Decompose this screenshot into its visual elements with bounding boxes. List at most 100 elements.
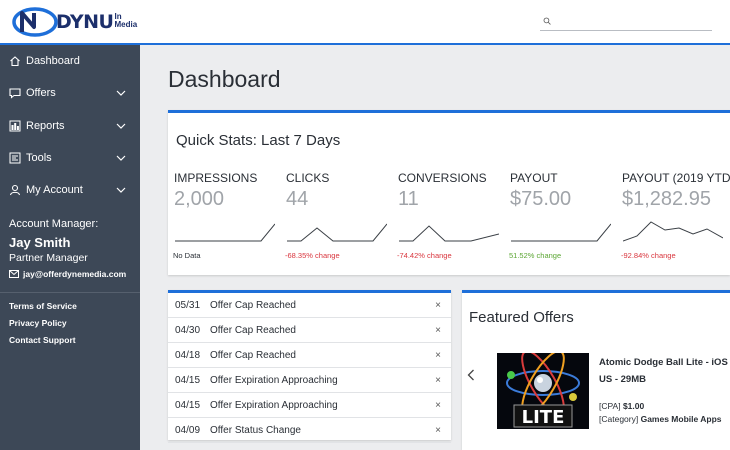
offer-image-text: LITE: [522, 407, 565, 428]
alert-row[interactable]: 05/31 Offer Cap Reached ×: [168, 293, 451, 318]
sidebar-item-my-account[interactable]: My Account: [0, 178, 140, 202]
stat-value: $75.00: [510, 188, 572, 210]
sidebar-item-offers[interactable]: Offers: [0, 81, 140, 105]
stat-value: 11: [398, 188, 419, 210]
alert-text: Offer Cap Reached: [210, 324, 296, 336]
alert-date: 05/31: [175, 299, 201, 311]
alert-text: Offer Status Change: [210, 424, 301, 436]
sidebar-item-tools[interactable]: Tools: [0, 146, 140, 170]
stat-clicks: CLICKS 44: [286, 171, 396, 211]
offer-name[interactable]: Atomic Dodge Ball Lite - iOS - US - 29MB: [599, 354, 730, 388]
search-input[interactable]: [557, 13, 712, 28]
offer-image[interactable]: LITE: [497, 353, 589, 429]
page-title: Dashboard: [168, 66, 281, 92]
stat-payout: PAYOUT $75.00: [510, 171, 620, 211]
stat-change: -74.42% change: [397, 251, 452, 260]
atom-logo-icon: LITE: [497, 353, 589, 429]
sidebar-item-label: Dashboard: [26, 55, 80, 67]
sidebar-item-label: My Account: [26, 184, 83, 196]
sidebar-item-reports[interactable]: Reports: [0, 114, 140, 138]
close-icon[interactable]: ×: [435, 400, 441, 411]
stat-change: No Data: [173, 251, 201, 260]
alert-row[interactable]: 04/30 Offer Cap Reached ×: [168, 318, 451, 343]
account-manager-email[interactable]: jay@offerdynemedia.com: [9, 269, 137, 279]
alert-row[interactable]: 04/09 Offer Status Change ×: [168, 418, 451, 443]
offer-price-line: [CPA] $1.00: [599, 400, 727, 413]
stat-label: CONVERSIONS: [398, 171, 487, 185]
close-icon[interactable]: ×: [435, 350, 441, 361]
envelope-icon: [9, 270, 19, 278]
stat-change: 51.52% change: [509, 251, 562, 260]
sidebar-item-label: Tools: [26, 152, 52, 164]
quick-stats-title: Quick Stats: Last 7 Days: [176, 132, 341, 149]
alert-date: 04/15: [175, 399, 201, 411]
logo[interactable]: DYNU In Media: [12, 7, 137, 37]
stat-value: 2,000: [174, 188, 225, 210]
stat-payout-ytd: PAYOUT (2019 YTD) $1,282.95: [622, 171, 730, 211]
sidebar-item-label: Offers: [26, 87, 56, 99]
chevron-down-icon[interactable]: [116, 121, 126, 131]
sparkline-clicks: [287, 223, 387, 242]
featured-offers-title: Featured Offers: [469, 309, 574, 326]
user-icon: [9, 184, 21, 196]
alert-row[interactable]: 04/15 Offer Expiration Approaching ×: [168, 393, 451, 418]
stat-label: CLICKS: [286, 171, 330, 185]
stat-value: $1,282.95: [622, 188, 711, 210]
close-icon[interactable]: ×: [435, 300, 441, 311]
close-icon[interactable]: ×: [435, 425, 441, 436]
alert-date: 04/18: [175, 349, 201, 361]
stat-change: -92.84% change: [621, 251, 676, 260]
account-manager: Account Manager: Jay Smith Partner Manag…: [9, 218, 137, 279]
close-icon[interactable]: ×: [435, 325, 441, 336]
bar-chart-icon: [9, 120, 21, 132]
stat-label: IMPRESSIONS: [174, 171, 258, 185]
offer-category: Games Mobile Apps: [640, 414, 722, 424]
account-manager-label: Account Manager:: [9, 218, 99, 230]
alert-text: Offer Cap Reached: [210, 349, 296, 361]
alert-text: Offer Cap Reached: [210, 299, 296, 311]
contact-support-link[interactable]: Contact Support: [9, 335, 76, 345]
account-manager-name: Jay Smith: [9, 235, 71, 250]
offer-price: $1.00: [622, 401, 645, 411]
home-icon: [9, 55, 21, 67]
featured-offers-card: Featured Offers LITE Atomic Dodge Ball L…: [462, 290, 730, 450]
search-icon[interactable]: [543, 14, 551, 28]
alert-date: 04/15: [175, 374, 201, 386]
tools-icon: [9, 152, 21, 164]
sparkline-impressions: [175, 223, 275, 242]
logo-mark-icon: [12, 7, 58, 37]
alert-row[interactable]: 04/18 Offer Cap Reached ×: [168, 343, 451, 368]
privacy-link[interactable]: Privacy Policy: [9, 318, 67, 328]
offer-meta: [CPA] $1.00 [Category] Games Mobile Apps: [599, 400, 727, 426]
stat-change: -68.35% change: [285, 251, 340, 260]
sidebar-item-dashboard[interactable]: Dashboard: [0, 49, 140, 73]
stat-label: PAYOUT (2019 YTD): [622, 171, 730, 185]
sidebar-divider: [0, 292, 140, 293]
stat-value: 44: [286, 188, 309, 210]
sidebar: Dashboard Offers Reports Tools My Accoun…: [0, 45, 140, 450]
stat-label: PAYOUT: [510, 171, 558, 185]
chevron-down-icon[interactable]: [116, 153, 126, 163]
sparkline-payout-ytd: [623, 221, 723, 242]
alert-text: Offer Expiration Approaching: [210, 399, 338, 411]
stat-conversions: CONVERSIONS 11: [398, 171, 508, 211]
close-icon[interactable]: ×: [435, 375, 441, 386]
alert-date: 04/30: [175, 324, 201, 336]
offer-category-prefix: [Category]: [599, 414, 639, 424]
sparkline-payout: [511, 223, 611, 242]
search-bar[interactable]: [540, 11, 712, 31]
offer-category-line: [Category] Games Mobile Apps: [599, 413, 727, 426]
alert-text: Offer Expiration Approaching: [210, 374, 338, 386]
terms-link[interactable]: Terms of Service: [9, 301, 77, 311]
logo-text: DYNU: [56, 11, 114, 33]
chevron-down-icon[interactable]: [116, 185, 126, 195]
chevron-left-icon[interactable]: [467, 369, 475, 381]
sparkline-conversions: [399, 225, 499, 242]
offer-price-prefix: [CPA]: [599, 401, 621, 411]
alert-row[interactable]: 04/15 Offer Expiration Approaching ×: [168, 368, 451, 393]
quick-stats-card: Quick Stats: Last 7 Days IMPRESSIONS 2,0…: [168, 110, 730, 275]
logo-subtext: In Media: [114, 13, 137, 29]
chevron-down-icon[interactable]: [116, 88, 126, 98]
chat-icon: [9, 87, 21, 99]
alerts-card: 05/31 Offer Cap Reached × 04/30 Offer Ca…: [168, 290, 451, 443]
